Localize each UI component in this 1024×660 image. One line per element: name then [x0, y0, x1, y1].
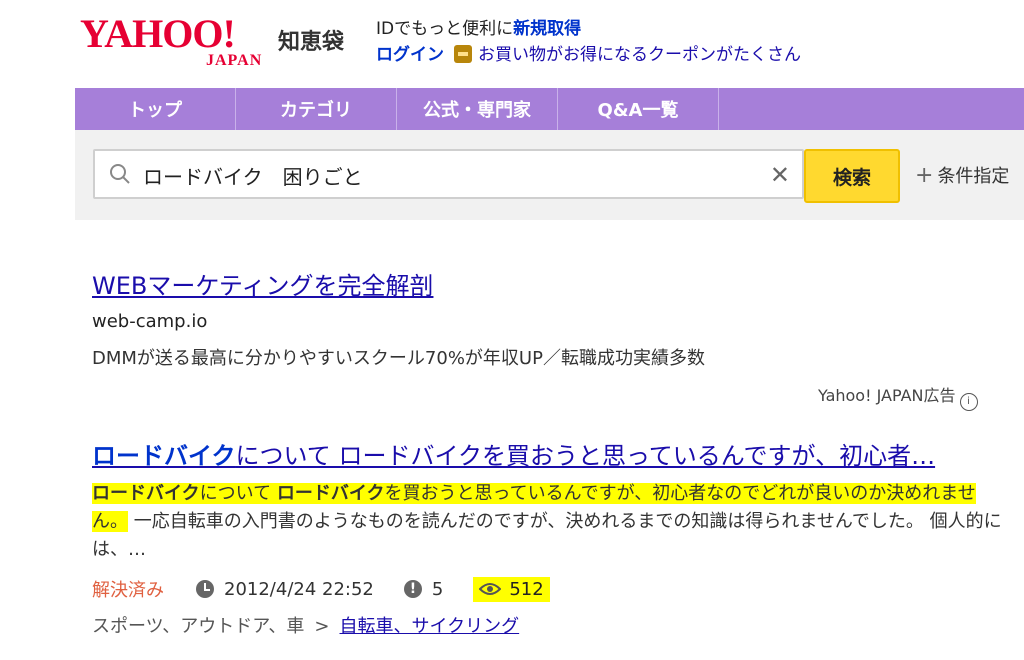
nav-official-experts[interactable]: 公式・専門家 [397, 88, 558, 130]
logo-service-name: 知恵袋 [278, 30, 345, 55]
category-separator: > [314, 616, 330, 637]
post-date: 2012/4/24 22:52 [196, 579, 374, 600]
snippet-text: 一応自転車の入門書のようなものを読んだのですが、決めれるまでの知識は得られません… [92, 511, 1002, 560]
search-button[interactable]: 検索 [804, 149, 900, 203]
ad-description: DMMが送る最高に分かりやすいスクール70%が年収UP／転職成功実績多数 [92, 348, 705, 369]
login-link[interactable]: ログイン [376, 45, 444, 65]
clear-icon[interactable]: ✕ [770, 161, 790, 189]
nav-qa-list[interactable]: Q&A一覧 [558, 88, 719, 130]
logo-japan: JAPAN [206, 52, 263, 69]
ad-domain: web-camp.io [92, 311, 208, 332]
snippet-text: について [199, 483, 277, 504]
signup-link[interactable]: 新規取得 [513, 19, 581, 39]
result-category: スポーツ、アウトドア、車 > 自転車、サイクリング [92, 612, 519, 638]
search-input[interactable] [141, 151, 745, 199]
search-icon [110, 164, 130, 184]
view-count: 512 [473, 576, 550, 602]
ad-label-text: Yahoo! JAPAN広告 [818, 386, 956, 405]
yahoo-chiebukuro-logo[interactable]: YAHOO! JAPAN 知恵袋 [80, 11, 344, 70]
id-promo: IDでもっと便利に新規取得 [376, 14, 581, 39]
conditions-label: 条件指定 [937, 166, 1010, 187]
status-badge: 解決済み [92, 580, 164, 601]
ad-title-link[interactable]: WEBマーケティングを完全解剖 [92, 266, 433, 301]
login-row: ログイン お買い物がお得になるクーポンがたくさん [376, 40, 801, 65]
result-meta: 解決済み 2012/4/24 22:52 ! 5 512 [92, 576, 550, 602]
result-snippet: ロードバイクについて ロードバイクを買おうと思っているんですが、初心者なのでどれ… [92, 480, 1004, 564]
search-box: ✕ [93, 149, 804, 199]
main-nav: トップ カテゴリ 公式・専門家 Q&A一覧 [75, 88, 1024, 130]
answer-count-text: 5 [431, 578, 444, 600]
snippet-keyword: ロードバイク [92, 483, 200, 504]
clock-icon [196, 580, 214, 598]
category-link[interactable]: 自転車、サイクリング [340, 616, 520, 637]
result-title-rest: について ロードバイクを買おうと思っているんですが、初心者… [235, 442, 936, 470]
category-parent: スポーツ、アウトドア、車 [92, 616, 305, 637]
result-title-link[interactable]: ロードバイクについて ロードバイクを買おうと思っているんですが、初心者… [92, 436, 1004, 471]
logo-yahoo: YAHOO! [80, 11, 236, 56]
snippet-keyword: ロードバイク [276, 483, 385, 504]
ad-label[interactable]: Yahoo! JAPAN広告 i [818, 382, 978, 411]
answer-count: ! 5 [403, 578, 444, 600]
answer-icon: ! [403, 580, 422, 598]
result-title-keyword: ロードバイク [92, 442, 236, 470]
view-count-text: 512 [509, 578, 544, 600]
id-prompt-text: IDでもっと便利に [376, 19, 514, 39]
nav-top[interactable]: トップ [75, 88, 236, 130]
search-area: ✕ 検索 +条件指定 [75, 130, 1024, 220]
coupon-link[interactable]: お買い物がお得になるクーポンがたくさん [478, 45, 801, 65]
eye-icon [479, 583, 502, 595]
post-date-text: 2012/4/24 22:52 [224, 578, 374, 600]
search-conditions-button[interactable]: + 条件指定 [915, 162, 1009, 188]
info-icon[interactable]: i [959, 393, 978, 411]
plus-icon: + [915, 163, 934, 188]
coupon-icon [454, 45, 472, 63]
nav-category[interactable]: カテゴリ [236, 88, 397, 130]
